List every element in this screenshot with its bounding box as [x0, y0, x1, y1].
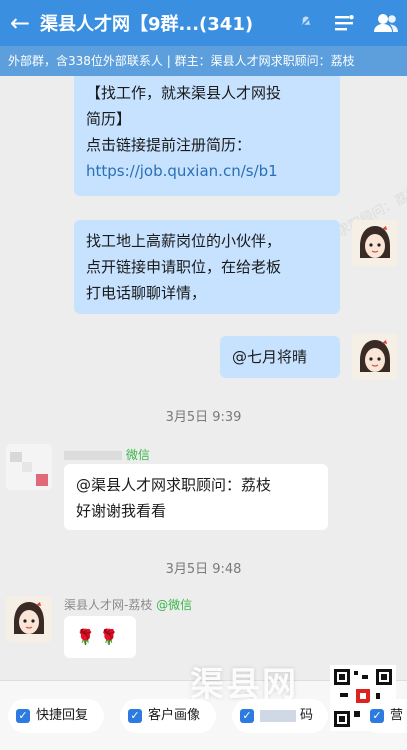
chat-header: ← 渠县人才网【9群...(341) — [0, 0, 407, 46]
code-button[interactable]: ✓ 码 — [232, 699, 328, 733]
avatar[interactable] — [6, 444, 52, 490]
mute-bell-icon — [299, 15, 313, 32]
quick-reply-button[interactable]: ✓ 快捷回复 — [8, 699, 104, 733]
message-text: 找工地上高薪岗位的小伙伴， — [86, 232, 282, 250]
menu-icon[interactable] — [323, 0, 365, 46]
timestamp: 3月5日 9:48 — [165, 562, 242, 577]
message-text: 简历】 — [86, 110, 132, 128]
check-icon: ✓ — [370, 709, 384, 723]
avatar[interactable] — [352, 334, 398, 380]
message-bubble-incoming[interactable]: 🌹 🌹 — [64, 616, 136, 658]
message-text: 好谢谢我看看 — [76, 502, 167, 520]
register-link[interactable]: https://job.quxian.cn/s/b1 — [86, 158, 328, 184]
back-arrow-icon[interactable]: ← — [0, 0, 40, 46]
check-icon: ✓ — [240, 709, 254, 723]
message-bubble-outgoing[interactable]: 找工地上高薪岗位的小伙伴， 点开链接申请职位，在给老板 打电话聊聊详情， — [74, 220, 340, 314]
chat-area: 渠县人才网求职顾问：荔枝 【找工作，就来渠县人才网投 简历】 点击链接提前注册简… — [0, 76, 407, 680]
message-text: 【找工作，就来渠县人才网投 — [86, 84, 282, 102]
group-members-icon[interactable] — [365, 0, 407, 46]
timestamp: 3月5日 9:39 — [165, 410, 242, 425]
message-text: 点开链接申请职位，在给老板 — [86, 258, 282, 276]
check-icon: ✓ — [16, 709, 30, 723]
sender-name: 微信 — [64, 446, 150, 463]
rose-emoji-text: 🌹 🌹 — [76, 628, 119, 646]
message-bubble-outgoing[interactable]: 【找工作，就来渠县人才网投 简历】 点击链接提前注册简历： https://jo… — [74, 76, 340, 196]
message-bubble-outgoing[interactable]: @七月将晴 — [220, 336, 340, 378]
sender-name: 渠县人才网-荔枝 @微信 — [64, 598, 193, 612]
message-text: @七月将晴 — [232, 348, 308, 366]
avatar[interactable] — [6, 596, 52, 642]
customer-profile-button[interactable]: ✓ 客户画像 — [120, 699, 216, 733]
message-text: 点击链接提前注册简历： — [86, 136, 252, 154]
avatar[interactable] — [352, 220, 398, 266]
chat-title: 渠县人才网【9群...(341) — [40, 14, 254, 35]
group-info-bar[interactable]: 外部群，含338位外部联系人 | 群主：渠县人才网求职顾问：荔枝 — [0, 46, 407, 76]
more-button[interactable]: ✓ 营 — [362, 699, 407, 733]
footer-toolbar: 渠县网 ✓ 快捷回复 ✓ 客户画像 ✓ 码 ✓ 营 — [0, 665, 407, 750]
message-text: 打电话聊聊详情， — [86, 284, 207, 302]
check-icon: ✓ — [128, 709, 142, 723]
message-text: @渠县人才网求职顾问：荔枝 — [76, 476, 272, 494]
message-bubble-incoming[interactable]: @渠县人才网求职顾问：荔枝 好谢谢我看看 — [64, 464, 328, 530]
